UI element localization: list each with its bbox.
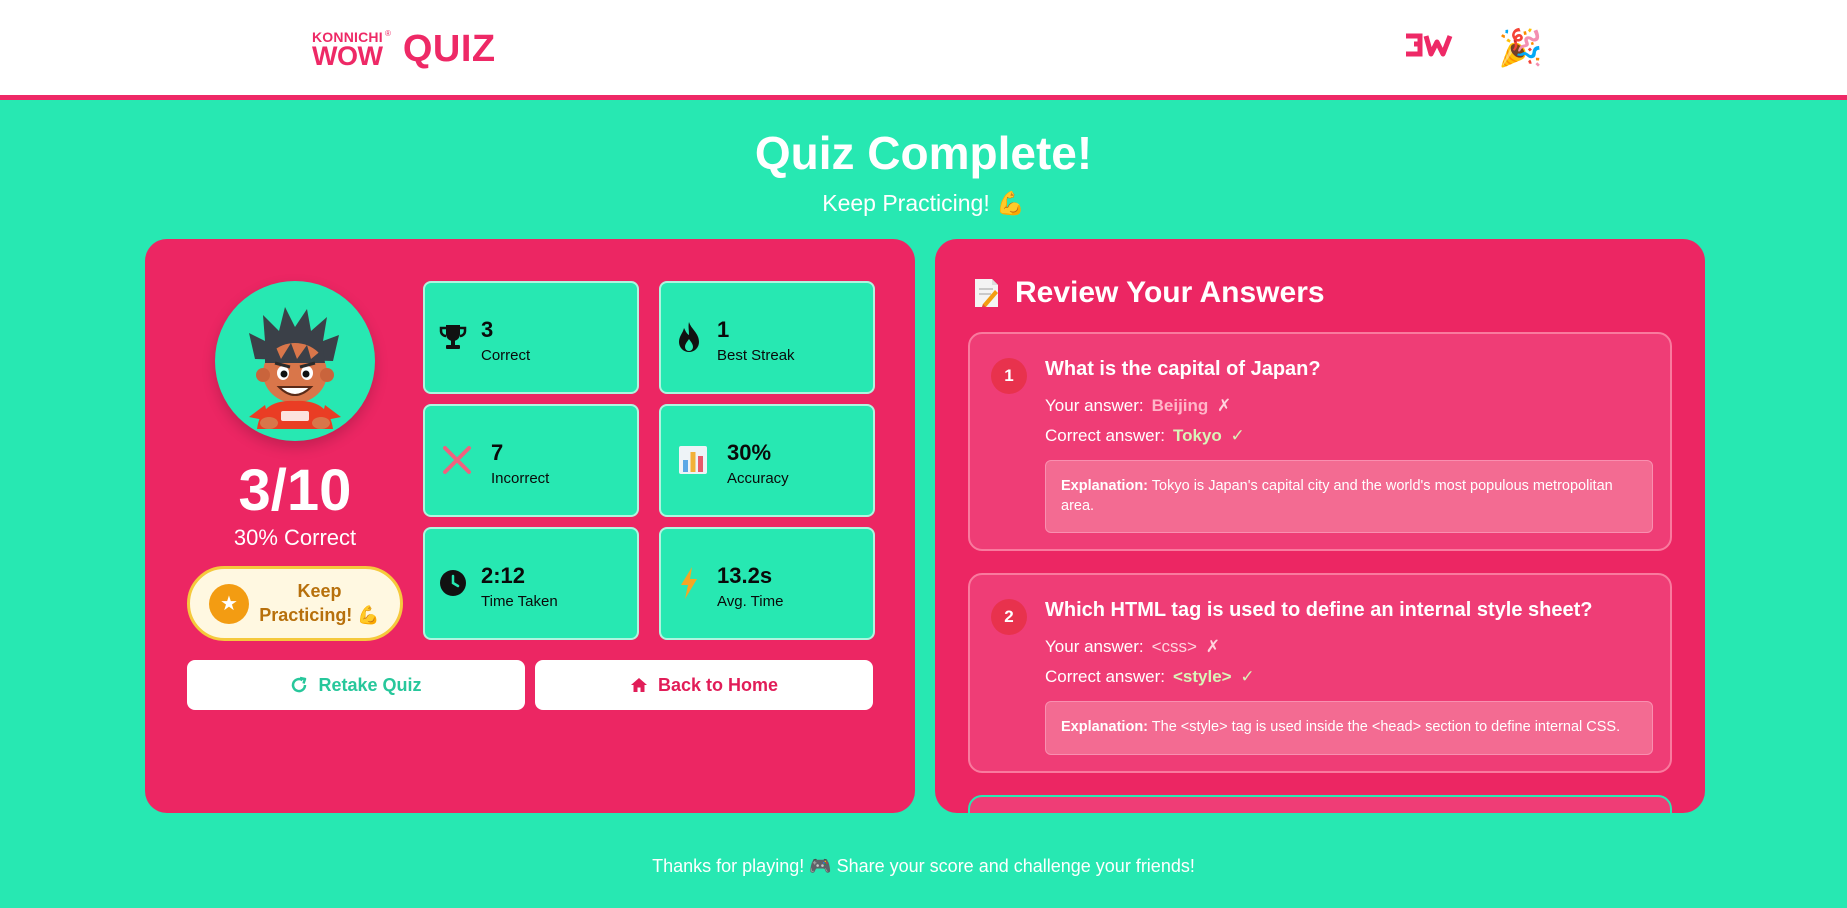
cross-icon [439,442,475,478]
correct-answer-label: Correct answer: [1045,667,1165,686]
performance-badge: ★ Keep Practicing! 💪 [187,566,403,641]
explanation-box: Explanation: The <style> tag is used ins… [1045,701,1653,755]
review-card-partial [968,795,1672,813]
clock-icon [435,565,471,601]
your-answer-row: Your answer: Beijing ✗ [1045,396,1231,416]
dw-logo-icon[interactable] [1404,30,1454,65]
your-answer-value: Beijing [1151,396,1209,415]
results-panel: 3/10 30% Correct ★ Keep Practicing! 💪 3 … [145,239,915,813]
explanation-box: Explanation: Tokyo is Japan's capital ci… [1045,460,1653,534]
stat-card-incorrect: 7 Incorrect [423,404,639,517]
home-label: Back to Home [657,674,779,695]
stat-label: Correct [481,347,531,364]
stat-card-accuracy: 30% Accuracy [659,404,875,517]
your-answer-row: Your answer: <css> ✗ [1045,637,1220,657]
correct-answer-row: Correct answer: <style> ✓ [1045,667,1255,687]
stat-value: 2:12 [481,563,526,588]
correct-answer-value: <style> [1172,667,1232,686]
question-number: 2 [991,599,1027,635]
bar-chart-icon [675,442,711,478]
stat-label: Time Taken [481,593,558,610]
stat-label: Avg. Time [717,593,784,610]
stat-value: 3 [481,317,494,342]
stat-card-avg-time: 13.2s Avg. Time [659,527,875,640]
logo-registered-mark: ® [385,28,391,38]
explanation-label: Explanation: [1061,478,1149,494]
quiz-wordmark: QUIZ [402,28,496,70]
question-text: What is the capital of Japan? [1045,358,1321,380]
correct-answer-label: Correct answer: [1045,426,1165,445]
trophy-icon [435,319,471,355]
stat-label: Incorrect [491,470,550,487]
memo-icon [975,279,998,307]
back-to-home-button[interactable]: Back to Home [535,660,873,710]
score-display: 3/10 [238,458,352,523]
konnichiwow-logo[interactable]: KONNICHI WOW ® [312,29,391,71]
percent-correct: 30% Correct [233,525,357,550]
question-number: 1 [991,358,1027,394]
refresh-icon [292,676,307,693]
party-popper-icon[interactable]: 🎉 [1498,30,1543,66]
top-header: KONNICHI WOW ® QUIZ 🎉 [0,0,1847,100]
explanation-label: Explanation: [1061,719,1149,735]
stat-value: 1 [717,317,730,342]
stat-card-time-taken: 2:12 Time Taken [423,527,639,640]
mascot-illustration [249,307,341,429]
review-panel: Review Your Answers 1 What is the capita… [935,239,1705,813]
your-answer-label: Your answer: [1045,396,1144,415]
correct-answer-row: Correct answer: Tokyo ✓ [1045,426,1245,446]
footer-message: Thanks for playing! 🎮 Share your score a… [652,856,1195,876]
stat-label: Best Streak [717,347,795,364]
wrong-mark-icon: ✗ [1217,396,1232,415]
mascot-avatar [215,281,375,441]
review-header: Review Your Answers [973,276,1325,310]
lightning-icon [671,565,707,601]
flame-icon [671,319,707,355]
star-icon: ★ [209,583,249,624]
stat-label: Accuracy [727,470,789,487]
stat-value: 13.2s [717,563,773,588]
check-mark-icon: ✓ [1230,426,1245,445]
logo-bottom-text: WOW [312,40,383,71]
brand[interactable]: KONNICHI WOW ® QUIZ [312,28,496,71]
stat-card-correct: 3 Correct [423,281,639,394]
page-title: Quiz Complete! [754,127,1093,179]
stat-card-best-streak: 1 Best Streak [659,281,875,394]
retake-label: Retake Quiz [318,674,422,695]
your-answer-label: Your answer: [1045,637,1144,656]
home-icon [630,678,647,692]
badge-label: Keep Practicing! 💪 [259,581,380,625]
check-mark-icon: ✓ [1240,667,1255,686]
correct-answer-value: Tokyo [1172,426,1222,445]
review-title: Review Your Answers [1015,276,1325,309]
your-answer-value: <css> [1151,637,1197,656]
stat-value: 30% [727,440,772,465]
explanation-text: The <style> tag is used inside the <head… [1151,719,1621,735]
page-subtitle: Keep Practicing! 💪 [822,190,1025,216]
stat-value: 7 [491,440,504,465]
question-text: Which HTML tag is used to define an inte… [1045,599,1593,621]
wrong-mark-icon: ✗ [1205,637,1220,656]
retake-quiz-button[interactable]: Retake Quiz [187,660,525,710]
review-card: 1 What is the capital of Japan? Your ans… [968,332,1672,551]
review-card: 2 Which HTML tag is used to define an in… [968,573,1672,773]
